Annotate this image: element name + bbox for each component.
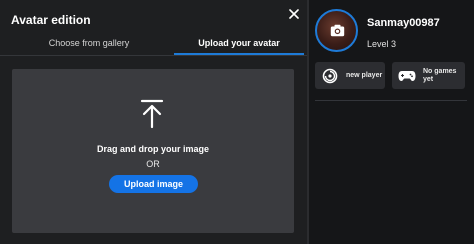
- ubisoft-logo-icon: [320, 66, 340, 86]
- modal-title: Avatar edition: [11, 13, 91, 27]
- camera-icon: [330, 24, 345, 37]
- drag-and-drop-text: Drag and drop your image: [96, 144, 210, 154]
- gamepad-icon: [397, 66, 417, 86]
- avatar[interactable]: [315, 9, 358, 52]
- badge-label: No games yet: [423, 68, 456, 84]
- close-icon: [289, 9, 299, 19]
- profile-panel: Sanmay00987 Level 3 new player No games …: [309, 0, 474, 244]
- tab-upload-your-avatar[interactable]: Upload your avatar: [174, 34, 304, 55]
- tab-choose-from-gallery[interactable]: Choose from gallery: [12, 34, 166, 54]
- badge-label-line1: No games: [423, 67, 457, 75]
- upload-image-button[interactable]: Upload image: [109, 175, 198, 193]
- tab-label: Upload your avatar: [198, 38, 280, 48]
- profile-divider: [315, 100, 467, 101]
- tab-divider: [0, 55, 307, 56]
- badge-new-player[interactable]: new player: [315, 62, 385, 89]
- avatar-edition-modal: Avatar edition Choose from gallery Uploa…: [0, 0, 307, 244]
- tab-label: Choose from gallery: [48, 38, 130, 48]
- badge-label: new player: [346, 71, 383, 79]
- upload-arrow-icon: [140, 99, 164, 129]
- player-level: Level 3: [367, 39, 397, 49]
- close-button[interactable]: [286, 6, 302, 22]
- username: Sanmay00987: [367, 17, 440, 29]
- tab-bar: Choose from gallery Upload your avatar: [0, 34, 307, 56]
- badge-no-games[interactable]: No games yet: [392, 62, 465, 89]
- badge-label-line2: yet: [423, 75, 434, 83]
- or-separator-text: OR: [146, 159, 160, 169]
